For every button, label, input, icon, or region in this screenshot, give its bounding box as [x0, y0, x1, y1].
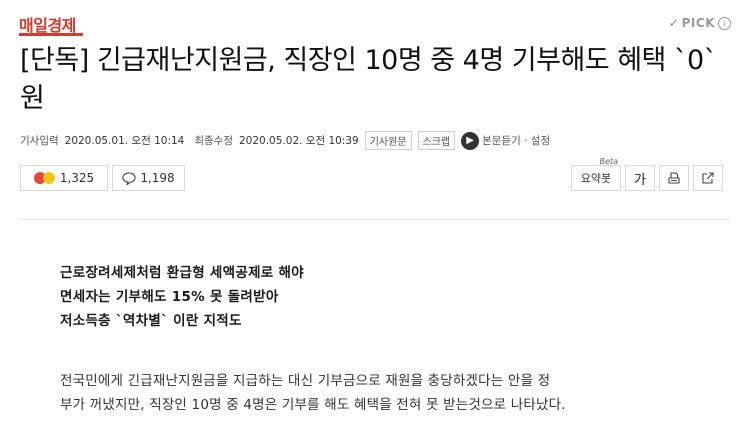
- article-title: [단독] 긴급재난지원금, 직장인 10명 중 4명 기부해도 혜택 `0`원: [20, 45, 717, 114]
- audio-label: 본문듣기 · 설정: [482, 135, 551, 147]
- reaction-count: 1,325: [59, 171, 95, 185]
- share-icon: [701, 171, 715, 185]
- divider: [20, 219, 730, 220]
- check-icon: ✓: [668, 16, 679, 30]
- pick-label: PICK: [681, 16, 715, 30]
- font-size-button[interactable]: 가: [625, 165, 655, 191]
- reaction-emoji-icon: [33, 172, 55, 184]
- print-button[interactable]: [659, 165, 689, 191]
- original-article-button[interactable]: 기사원문: [364, 131, 412, 150]
- published-date: 2020.05.01. 오전 10:14: [64, 135, 185, 147]
- article-subheads: 근로장려세제처럼 환급형 세액공제로 해야 면세자는 기부해도 15% 못 돌려…: [60, 261, 304, 333]
- body-line-2: 부가 꺼냈지만, 직장인 10명 중 4명은 기부를 해도 혜택을 전혀 못 받…: [60, 397, 566, 413]
- article-meta: 기사입력 2020.05.01. 오전 10:14 최종수정 2020.05.0…: [20, 131, 550, 150]
- article-body: 전국민에게 긴급재난지원금을 지급하는 대신 기부금으로 재원을 충당하겠다는 …: [60, 369, 710, 417]
- published-label: 기사입력: [20, 135, 59, 147]
- subhead-1: 근로장려세제처럼 환급형 세액공제로 해야: [60, 265, 304, 281]
- comment-count: 1,198: [140, 171, 175, 185]
- info-icon[interactable]: i: [718, 16, 731, 30]
- summary-bot-button[interactable]: 요약봇 Beta: [571, 157, 621, 191]
- subhead-2: 면세자는 기부해도 15% 못 돌려받아: [60, 289, 279, 305]
- share-button[interactable]: [693, 165, 723, 191]
- body-line-1: 전국민에게 긴급재난지원금을 지급하는 대신 기부금으로 재원을 충당하겠다는 …: [60, 373, 551, 389]
- audio-button[interactable]: ▶ 본문듣기 · 설정: [461, 131, 551, 150]
- speaker-icon: ▶: [461, 131, 480, 150]
- scrap-button[interactable]: 스크랩: [417, 131, 456, 150]
- summary-label: 요약봇: [580, 172, 612, 185]
- comment-button[interactable]: 1,198: [112, 165, 185, 191]
- beta-label: Beta: [599, 157, 618, 166]
- print-icon: [667, 171, 681, 185]
- modified-date: 2020.05.02. 오전 10:39: [239, 135, 359, 147]
- press-logo-underline: [19, 33, 83, 36]
- font-size-label: 가: [634, 172, 646, 188]
- subhead-3: 저소득층 `역차별` 이란 지적도: [60, 313, 242, 329]
- comment-icon: [122, 171, 136, 185]
- reaction-button[interactable]: 1,325: [20, 165, 108, 191]
- modified-label: 최종수정: [194, 135, 233, 147]
- pick-badge[interactable]: ✓ PICK i: [669, 16, 731, 30]
